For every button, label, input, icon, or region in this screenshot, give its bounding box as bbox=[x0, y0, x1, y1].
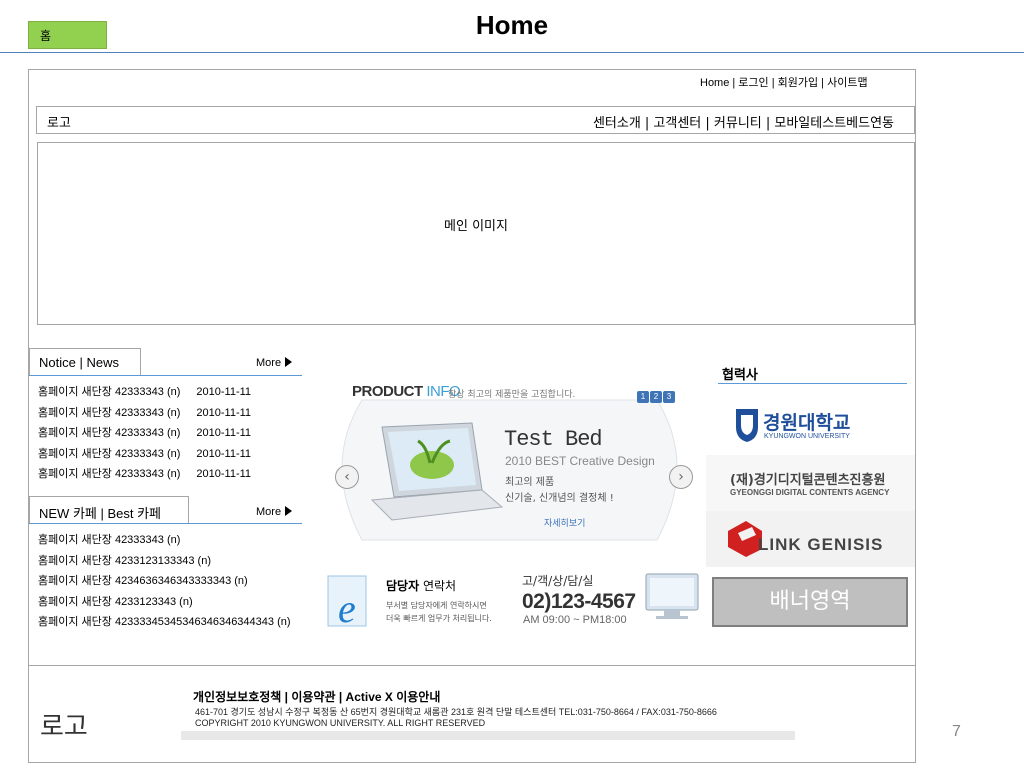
banner-area[interactable]: 배너영역 bbox=[712, 577, 908, 627]
notice-rule bbox=[29, 375, 302, 376]
product-detail-link[interactable]: 자세히보기 bbox=[544, 516, 585, 529]
footer-logo[interactable]: 로고 bbox=[40, 706, 88, 743]
cafe-rule bbox=[29, 523, 302, 524]
list-item[interactable]: 홈페이지 새단장 42333345345346346346344343 (n) bbox=[38, 612, 291, 633]
list-item[interactable]: 홈페이지 새단장 4233123133343 (n) bbox=[38, 551, 291, 572]
partner-name: LINK GENISIS bbox=[758, 535, 884, 554]
internet-explorer-icon: e bbox=[327, 575, 367, 631]
chevron-right-icon[interactable]: › bbox=[669, 465, 693, 489]
play-icon bbox=[285, 506, 293, 516]
monitor-icon bbox=[645, 573, 699, 619]
title-divider bbox=[0, 52, 1024, 53]
partners-rule bbox=[718, 383, 907, 384]
list-item[interactable]: 홈페이지 새단장 4234636346343333343 (n) bbox=[38, 571, 291, 592]
site-logo[interactable]: 로고 bbox=[47, 112, 71, 131]
shield-icon bbox=[736, 409, 758, 442]
notice-tab[interactable]: Notice | News bbox=[29, 348, 141, 376]
notice-more-button[interactable]: More bbox=[256, 357, 293, 369]
cafe-list: 홈페이지 새단장 42333343 (n) 홈페이지 새단장 423312313… bbox=[38, 530, 291, 633]
phone-label: 고/객/상/담/실 bbox=[522, 574, 594, 588]
partner-name: 경원대학교 bbox=[763, 412, 851, 434]
footer-bar bbox=[181, 731, 795, 740]
utility-links[interactable]: Home | 로그인 | 회원가입 | 사이트맵 bbox=[700, 74, 868, 90]
svg-text:e: e bbox=[338, 586, 356, 631]
product-subtitle: 2010 BEST Creative Design bbox=[505, 454, 655, 468]
list-item[interactable]: 홈페이지 새단장 42333343 (n) 2010-11-11 bbox=[38, 382, 251, 403]
list-item[interactable]: 홈페이지 새단장 42333343 (n) 2010-11-11 bbox=[38, 403, 251, 424]
partner-sub: GYEONGGI DIGITAL CONTENTS AGENCY bbox=[730, 488, 890, 497]
global-nav: 로고 센터소개 | 고객센터 | 커뮤니티 | 모바일테스트베드연동 bbox=[36, 106, 915, 134]
product-copy: 최고의 제품 신기술, 신개념의 결정체 ! bbox=[505, 477, 614, 504]
partner-name: (재)경기디지털콘텐츠진흥원 bbox=[730, 473, 886, 488]
page-dot[interactable]: 2 bbox=[650, 391, 662, 403]
product-info-heading: PRODUCT INFO bbox=[352, 383, 461, 400]
cafe-more-button[interactable]: More bbox=[256, 506, 293, 518]
partner-linkgenisis[interactable]: LINK GENISIS bbox=[706, 511, 915, 567]
product-info-subheading: 항상 최고의 제품만을 고집합니다. bbox=[448, 390, 576, 400]
phone-number: 02)123-4567 bbox=[522, 590, 636, 613]
page-dot[interactable]: 3 bbox=[663, 391, 675, 403]
list-item[interactable]: 홈페이지 새단장 42333343 (n) 2010-11-11 bbox=[38, 464, 251, 485]
cafe-tab[interactable]: NEW 카페 | Best 카페 bbox=[29, 496, 189, 524]
contact-desc: 부서별 담당자에게 연락하시면 더욱 빠르게 업무가 처리됩니다. bbox=[386, 601, 492, 623]
main-visual-label: 메인 이미지 bbox=[444, 219, 508, 234]
page-dot[interactable]: 1 bbox=[637, 391, 649, 403]
notice-list: 홈페이지 새단장 42333343 (n) 2010-11-11 홈페이지 새단장… bbox=[38, 382, 251, 485]
list-item[interactable]: 홈페이지 새단장 4233123343 (n) bbox=[38, 592, 291, 613]
footer-address: 461-701 경기도 성남시 수정구 복정동 산 65번지 경원대학교 새롬관… bbox=[195, 707, 717, 728]
play-icon bbox=[285, 357, 293, 367]
partner-kyungwon[interactable]: 경원대학교 KYUNGWON UNIVERSITY bbox=[706, 399, 915, 455]
main-visual: 메인 이미지 bbox=[37, 142, 915, 325]
contact-banner[interactable]: e 담당자 연락처 부서별 담당자에게 연락하시면 더욱 빠르게 업무가 처리됩니… bbox=[322, 570, 512, 638]
page-number: 7 bbox=[952, 723, 961, 740]
list-item[interactable]: 홈페이지 새단장 42333343 (n) 2010-11-11 bbox=[38, 444, 251, 465]
footer-links[interactable]: 개인정보보호정책 | 이용약관 | Active X 이용안내 bbox=[193, 688, 440, 705]
chevron-left-icon[interactable]: ‹ bbox=[335, 465, 359, 489]
product-title: Test Bed bbox=[504, 427, 603, 452]
slide-title: Home bbox=[475, 10, 549, 40]
contact-title: 담당자 연락처 bbox=[386, 579, 457, 593]
product-carousel: PRODUCT INFO 항상 최고의 제품만을 고집합니다. 123 ‹ › … bbox=[322, 365, 697, 555]
phone-banner: 고/객/상/담/실 02)123-4567 AM 09:00 ~ PM18:00 bbox=[520, 570, 705, 638]
phone-hours: AM 09:00 ~ PM18:00 bbox=[523, 614, 627, 626]
list-item[interactable]: 홈페이지 새단장 42333343 (n) bbox=[38, 530, 291, 551]
carousel-pager: 123 bbox=[636, 384, 675, 403]
partner-gdca[interactable]: (재)경기디지털콘텐츠진흥원 GYEONGGI DIGITAL CONTENTS… bbox=[706, 455, 915, 511]
partner-sub: KYUNGWON UNIVERSITY bbox=[764, 433, 850, 440]
footer-divider bbox=[29, 665, 915, 666]
list-item[interactable]: 홈페이지 새단장 42333343 (n) 2010-11-11 bbox=[38, 423, 251, 444]
partners-title: 협력사 bbox=[722, 368, 758, 383]
main-menu[interactable]: 센터소개 | 고객센터 | 커뮤니티 | 모바일테스트베드연동 bbox=[593, 112, 894, 131]
